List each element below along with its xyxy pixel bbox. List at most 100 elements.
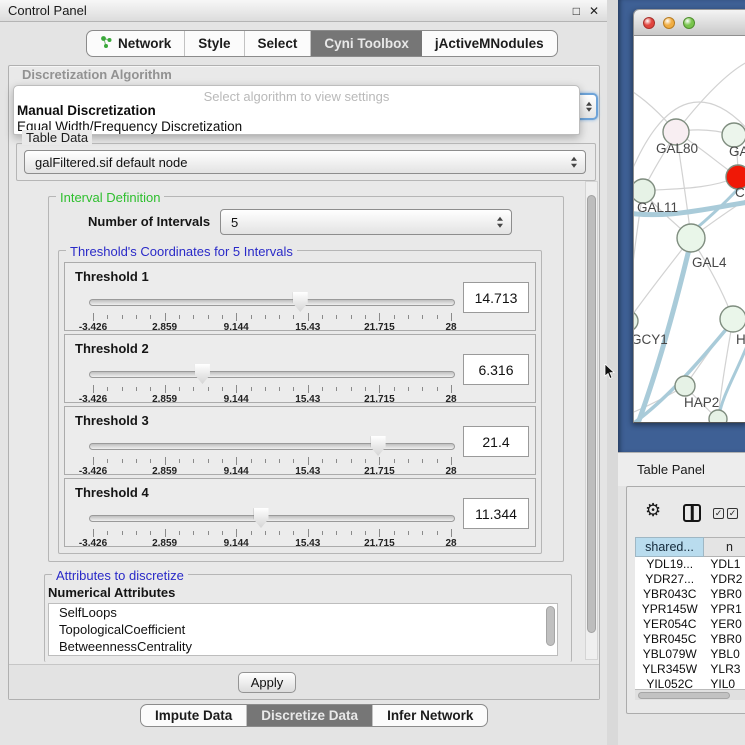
network-edge[interactable] [643, 177, 738, 191]
cell-name[interactable]: YBL0 [704, 647, 745, 662]
option-manual-discretization[interactable]: Manual Discretization [17, 103, 156, 118]
cell-name[interactable]: YIL0 [704, 677, 745, 689]
table-data-combobox[interactable]: galFiltered.sif default node [24, 150, 586, 174]
network-node[interactable] [709, 410, 727, 423]
tab-impute-data[interactable]: Impute Data [141, 705, 247, 726]
tab-infer-network[interactable]: Infer Network [373, 705, 487, 726]
table-row[interactable]: YBR045CYBR0 [635, 632, 745, 647]
control-panel-title: Control Panel [8, 3, 564, 18]
cell-shared-name[interactable]: YBR045C [635, 632, 704, 647]
slider-thumb[interactable] [371, 436, 386, 456]
cell-name[interactable]: YDR2 [704, 572, 745, 587]
number-of-intervals-combobox[interactable]: 5 [220, 209, 512, 235]
threshold-4-value-field[interactable]: 11.344 [463, 498, 529, 529]
table-row[interactable]: YIL052CYIL0 [635, 677, 745, 689]
slider-tick-labels: -3.4262.8599.14415.4321.71528 [93, 538, 451, 549]
cell-shared-name[interactable]: YIL052C [635, 677, 704, 689]
settings-scrollbar-thumb[interactable] [587, 195, 596, 633]
network-edge[interactable] [676, 61, 745, 132]
cell-name[interactable]: YER0 [704, 617, 745, 632]
float-window-icon[interactable]: □ [573, 4, 580, 18]
threshold-4-slider[interactable]: -3.4262.8599.14415.4321.71528 [89, 505, 455, 547]
tab-discretize-data[interactable]: Discretize Data [247, 705, 373, 726]
network-node[interactable] [677, 224, 705, 252]
algorithm-placeholder: Select algorithm to view settings [14, 89, 579, 104]
table-row[interactable]: YPR145WYPR1 [635, 602, 745, 617]
cell-shared-name[interactable]: YBR043C [635, 587, 704, 602]
cell-name[interactable]: YLR3 [704, 662, 745, 677]
gear-icon[interactable]: ⚙ [645, 501, 661, 519]
threshold-3-value-field[interactable]: 21.4 [463, 426, 529, 457]
network-node-label: GAL4 [692, 255, 727, 270]
threshold-2-slider[interactable]: -3.4262.8599.14415.4321.71528 [89, 361, 455, 403]
tab-select[interactable]: Select [245, 31, 312, 56]
cell-shared-name[interactable]: YER054C [635, 617, 704, 632]
network-node[interactable] [634, 311, 638, 331]
close-traffic-light[interactable] [643, 17, 655, 29]
table-hscrollbar-thumb[interactable] [638, 692, 730, 699]
interval-definition-legend: Interval Definition [56, 190, 164, 205]
network-icon [100, 35, 113, 52]
network-node-label: C [735, 185, 745, 200]
list-item[interactable]: TopologicalCoefficient [49, 621, 557, 638]
threshold-2-value-field[interactable]: 6.316 [463, 354, 529, 385]
cell-name[interactable]: YBR0 [704, 587, 745, 602]
list-item[interactable]: BetweennessCentrality [49, 638, 557, 655]
threshold-1-slider[interactable]: -3.4262.8599.14415.4321.71528 [89, 289, 455, 331]
cell-name[interactable]: YPR1 [704, 602, 745, 617]
list-scrollbar-thumb[interactable] [546, 606, 555, 646]
minimize-traffic-light[interactable] [663, 17, 675, 29]
cell-shared-name[interactable]: YDR27... [635, 572, 704, 587]
tab-jactivemnodules[interactable]: jActiveMNodules [422, 31, 557, 56]
network-window-titlebar[interactable] [634, 10, 745, 36]
settings-scrollbar[interactable] [585, 181, 598, 660]
list-item[interactable]: SelfLoops [49, 604, 557, 621]
cell-name[interactable]: YBR0 [704, 632, 745, 647]
table-row[interactable]: YBL079WYBL0 [635, 647, 745, 662]
slider-tick-labels: -3.4262.8599.14415.4321.71528 [93, 466, 451, 477]
network-node-label: H [736, 332, 745, 347]
network-node[interactable] [675, 376, 695, 396]
cell-shared-name[interactable]: YDL19... [635, 557, 704, 572]
slider-ticks [93, 385, 451, 394]
network-node[interactable] [720, 306, 745, 332]
checkbox-icon[interactable]: ✓ [727, 508, 738, 519]
control-panel-titlebar: Control Panel □ ✕ [0, 0, 607, 22]
table-hscrollbar[interactable] [635, 689, 745, 700]
table-row[interactable]: YDR27...YDR2 [635, 572, 745, 587]
cell-shared-name[interactable]: YLR345W [635, 662, 704, 677]
mouse-cursor [604, 364, 615, 385]
cell-shared-name[interactable]: YPR145W [635, 602, 704, 617]
slider-track[interactable] [89, 515, 455, 522]
slider-tick-labels: -3.4262.8599.14415.4321.71528 [93, 322, 451, 333]
slider-thumb[interactable] [254, 508, 269, 528]
network-canvas[interactable]: GAL80GACGAL11GAL4GCY1HHAP2 [634, 36, 745, 423]
slider-thumb[interactable] [195, 364, 210, 384]
apply-button[interactable]: Apply [238, 672, 296, 693]
columns-icon[interactable] [683, 504, 701, 522]
zoom-traffic-light[interactable] [683, 17, 695, 29]
slider-track[interactable] [89, 371, 455, 378]
table-row[interactable]: YLR345WYLR3 [635, 662, 745, 677]
column-header-name[interactable]: n [704, 537, 745, 557]
screen: Control Panel □ ✕ Network Style Select C… [0, 0, 745, 745]
slider-thumb[interactable] [293, 292, 308, 312]
threshold-1-value-field[interactable]: 14.713 [463, 282, 529, 313]
tab-network[interactable]: Network [87, 31, 185, 56]
combo-arrows-icon [586, 101, 592, 112]
slider-track[interactable] [89, 443, 455, 450]
table-row[interactable]: YER054CYER0 [635, 617, 745, 632]
close-window-icon[interactable]: ✕ [589, 4, 599, 18]
slider-ticks [93, 457, 451, 466]
cell-name[interactable]: YDL1 [704, 557, 745, 572]
table-row[interactable]: YBR043CYBR0 [635, 587, 745, 602]
network-node-label: HAP2 [684, 395, 719, 410]
cell-shared-name[interactable]: YBL079W [635, 647, 704, 662]
threshold-3-slider[interactable]: -3.4262.8599.14415.4321.71528 [89, 433, 455, 475]
table-row[interactable]: YDL19...YDL1 [635, 557, 745, 572]
tab-cyni-toolbox[interactable]: Cyni Toolbox [311, 31, 422, 56]
column-header-shared[interactable]: shared... [635, 537, 704, 557]
tab-style[interactable]: Style [185, 31, 244, 56]
checkbox-icon[interactable]: ✓ [713, 508, 724, 519]
slider-track[interactable] [89, 299, 455, 306]
